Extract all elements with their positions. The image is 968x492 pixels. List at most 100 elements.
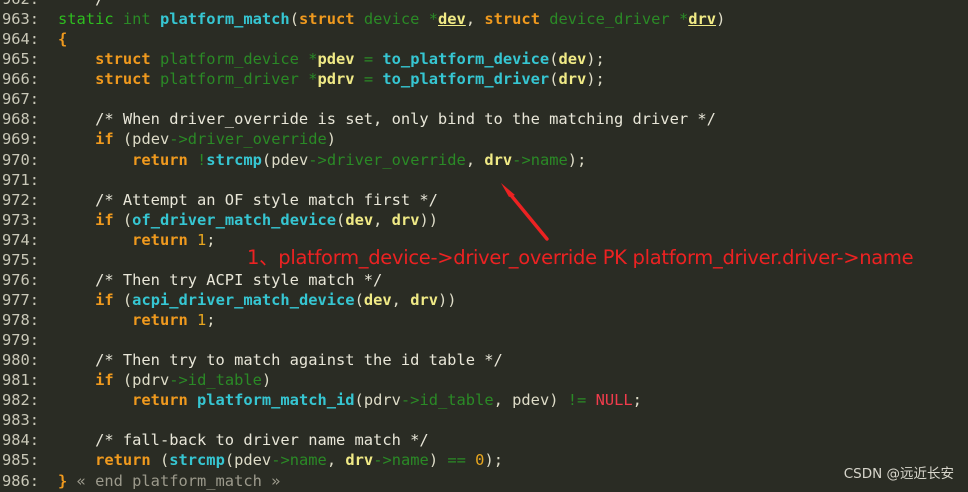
code-token: dev: [345, 210, 374, 229]
code-token: ): [261, 371, 272, 390]
code-token: name: [289, 451, 327, 470]
code-token: pdev: [132, 130, 170, 149]
code-token: (: [122, 130, 133, 149]
code-token: (: [159, 451, 170, 470]
code-token: ;: [206, 230, 216, 249]
code-line[interactable]: 976: /* Then try ACPI style match */: [0, 270, 968, 290]
code-line[interactable]: 977: if (acpi_driver_match_device(dev, d…: [0, 290, 968, 310]
code-line[interactable]: 967:: [0, 89, 968, 109]
watermark: CSDN @远近长安: [843, 466, 954, 482]
code-line[interactable]: 969: if (pdev->driver_override): [0, 129, 968, 149]
code-line[interactable]: 972: /* Attempt an OF style match first …: [0, 190, 968, 210]
code-token: );: [484, 451, 503, 470]
line-number: 968:: [2, 110, 40, 129]
code-line[interactable]: 970: return !strcmp(pdev->driver_overrid…: [0, 150, 968, 170]
code-line[interactable]: 984: /* fall-back to driver name match *…: [0, 430, 968, 450]
code-token: NULL: [595, 391, 633, 410]
code-line[interactable]: 978: return 1;: [0, 310, 968, 330]
line-code: if (acpi_driver_match_device(dev, drv)): [58, 290, 456, 310]
code-line[interactable]: 963: static int platform_match(struct dev…: [0, 9, 968, 29]
line-number: 977:: [2, 290, 40, 309]
line-number: 969:: [2, 130, 40, 149]
code-line[interactable]: 965: struct platform_device *pdev = to_p…: [0, 49, 968, 69]
code-line[interactable]: 964: {: [0, 29, 968, 49]
code-line[interactable]: 973: if (of_driver_match_device(dev, drv…: [0, 210, 968, 230]
code-token: ->: [308, 150, 327, 169]
code-token: (: [122, 371, 133, 390]
code-line[interactable]: 962: */: [0, 0, 968, 9]
annotation-arrow-shaft: [508, 192, 549, 241]
code-token: (: [289, 10, 299, 29]
code-token: acpi_driver_match_device: [132, 290, 355, 309]
code-token: ,: [373, 210, 392, 229]
line-code: return platform_match_id(pdrv->id_table,…: [58, 390, 642, 410]
line-code: if (pdev->driver_override): [58, 129, 336, 149]
line-number: 985:: [2, 451, 40, 470]
line-number: 971:: [2, 170, 40, 189]
code-token: ->: [271, 451, 290, 470]
code-token: /* When driver_override is set, only bin…: [95, 110, 716, 129]
code-token: dev: [438, 10, 466, 29]
code-token: *: [308, 70, 318, 89]
code-token: ): [326, 130, 337, 149]
line-code: return !strcmp(pdev->driver_override, dr…: [58, 150, 586, 170]
code-line[interactable]: 971:: [0, 170, 968, 190]
code-token: struct: [95, 50, 160, 69]
code-line[interactable]: 981: if (pdrv->id_table): [0, 370, 968, 390]
code-token: to_platform_driver: [382, 70, 550, 89]
code-line[interactable]: 985: return (strcmp(pdev->name, drv->nam…: [0, 450, 968, 470]
code-token: {: [58, 30, 68, 49]
code-line[interactable]: 968: /* When driver_override is set, onl…: [0, 109, 968, 129]
code-token: pdev: [512, 391, 550, 410]
code-token: ;: [206, 311, 216, 329]
code-token: struct: [298, 10, 364, 29]
code-line[interactable]: 986:} « end platform_match »: [0, 471, 968, 491]
line-code: /* Then try to match against the id tabl…: [58, 350, 503, 370]
code-token: ,: [391, 290, 411, 309]
code-token: ,: [493, 391, 513, 410]
code-line[interactable]: 983:: [0, 410, 968, 430]
line-code: static int platform_match(struct device …: [58, 9, 725, 29]
line-code: } « end platform_match »: [58, 471, 280, 491]
code-token: dev: [558, 50, 587, 69]
code-token: if: [95, 290, 123, 309]
code-token: =: [363, 50, 383, 69]
code-line[interactable]: 966: struct platform_driver *pdrv = to_p…: [0, 69, 968, 89]
code-token: *: [428, 10, 438, 29]
code-token: !: [197, 150, 207, 169]
code-token: driver_override: [187, 130, 327, 149]
code-line[interactable]: 979:: [0, 330, 968, 350]
line-number: 974:: [2, 230, 40, 249]
code-token: ): [549, 391, 568, 410]
code-line[interactable]: 982: return platform_match_id(pdrv->id_t…: [0, 390, 968, 410]
code-token: =: [363, 70, 383, 89]
line-number: 972:: [2, 190, 40, 209]
code-token: dev: [363, 290, 392, 309]
line-code: struct platform_device *pdev = to_platfo…: [58, 49, 605, 69]
code-token: pdev: [234, 451, 272, 470]
code-token: (: [122, 210, 133, 229]
code-token: );: [586, 50, 605, 69]
line-code: */: [58, 0, 105, 9]
code-token: ,: [465, 10, 485, 29]
code-token: ->: [512, 150, 531, 169]
code-token: return: [132, 230, 198, 249]
annotation-text: 1、platform_device->driver_override PK pl…: [247, 246, 914, 269]
line-code: return 1;: [58, 230, 216, 250]
line-number: 966:: [2, 70, 40, 89]
line-code: if (pdrv->id_table): [58, 370, 271, 390]
code-token: drv: [345, 451, 374, 470]
code-token: /* fall-back to driver name match */: [95, 431, 429, 450]
code-token: ): [716, 10, 726, 29]
line-number: 979:: [2, 331, 40, 350]
code-token: /* Then try ACPI style match */: [95, 270, 383, 289]
code-token: name: [530, 150, 568, 169]
code-line[interactable]: 980: /* Then try to match against the id…: [0, 350, 968, 370]
